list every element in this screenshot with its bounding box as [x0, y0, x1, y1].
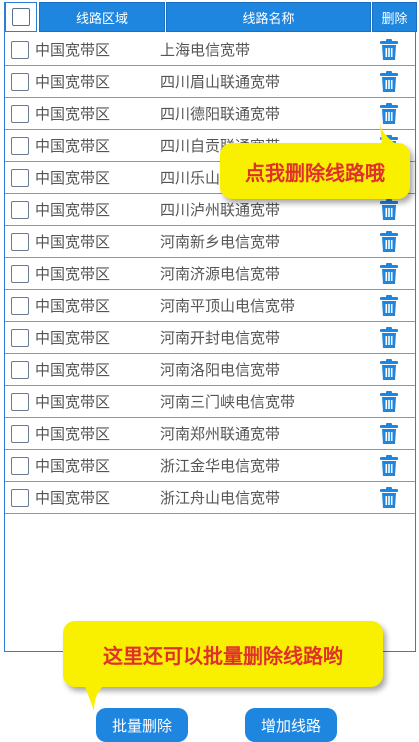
trash-icon[interactable] — [379, 390, 399, 413]
row-checkbox[interactable] — [11, 136, 29, 155]
trash-icon[interactable] — [379, 102, 399, 125]
select-all-checkbox[interactable] — [5, 2, 37, 32]
row-name: 四川德阳联通宽带 — [160, 105, 281, 123]
trash-icon[interactable] — [379, 454, 399, 477]
table-row[interactable]: 中国宽带区 四川眉山联通宽带 — [5, 66, 415, 98]
row-area: 中国宽带区 — [35, 137, 111, 155]
row-area: 中国宽带区 — [35, 457, 111, 475]
trash-icon[interactable] — [379, 326, 399, 349]
row-name: 四川泸州联通宽带 — [160, 201, 281, 219]
row-area: 中国宽带区 — [35, 169, 111, 187]
row-name: 浙江舟山电信宽带 — [160, 489, 281, 507]
table-row[interactable]: 中国宽带区 河南平顶山电信宽带 — [5, 290, 415, 322]
table-row[interactable]: 中国宽带区 浙江舟山电信宽带 — [5, 482, 415, 514]
row-name: 河南开封电信宽带 — [160, 329, 281, 347]
row-area: 中国宽带区 — [35, 41, 111, 59]
row-checkbox[interactable] — [11, 424, 29, 443]
table-row[interactable]: 中国宽带区 河南开封电信宽带 — [5, 322, 415, 354]
row-checkbox[interactable] — [11, 200, 29, 219]
row-checkbox[interactable] — [11, 296, 29, 315]
row-checkbox[interactable] — [11, 488, 29, 507]
row-checkbox[interactable] — [11, 104, 29, 123]
trash-icon[interactable] — [379, 422, 399, 445]
row-checkbox[interactable] — [11, 328, 29, 347]
table-row[interactable]: 中国宽带区 浙江金华电信宽带 — [5, 450, 415, 482]
tip-delete-line: 点我删除线路哦 — [220, 143, 410, 199]
row-name: 河南三门峡电信宽带 — [160, 393, 296, 411]
trash-icon[interactable] — [379, 486, 399, 509]
row-checkbox[interactable] — [11, 392, 29, 411]
row-name: 河南济源电信宽带 — [160, 265, 281, 283]
row-name: 河南洛阳电信宽带 — [160, 361, 281, 379]
table-row[interactable]: 中国宽带区 河南洛阳电信宽带 — [5, 354, 415, 386]
trash-icon[interactable] — [379, 38, 399, 61]
row-area: 中国宽带区 — [35, 425, 111, 443]
line-table: 线路区域 线路名称 删除 中国宽带区 上海电信宽带 中国宽带区 四川眉山联通宽带 中国宽… — [4, 2, 417, 652]
table-row[interactable]: 中国宽带区 河南三门峡电信宽带 — [5, 386, 415, 418]
table-row[interactable]: 中国宽带区 河南新乡电信宽带 — [5, 226, 415, 258]
trash-icon[interactable] — [379, 230, 399, 253]
row-area: 中国宽带区 — [35, 297, 111, 315]
table-row[interactable]: 中国宽带区 上海电信宽带 — [5, 34, 415, 66]
row-name: 河南郑州联通宽带 — [160, 425, 281, 443]
table-row[interactable]: 中国宽带区 河南济源电信宽带 — [5, 258, 415, 290]
row-checkbox[interactable] — [11, 264, 29, 283]
table-body: 中国宽带区 上海电信宽带 中国宽带区 四川眉山联通宽带 中国宽带区 四川德阳联通宽带 中国宽… — [5, 34, 415, 514]
add-line-button[interactable]: 增加线路 — [245, 708, 337, 742]
row-area: 中国宽带区 — [35, 489, 111, 507]
row-area: 中国宽带区 — [35, 105, 111, 123]
header-name: 线路名称 — [166, 2, 371, 32]
table-header: 线路区域 线路名称 删除 — [5, 2, 417, 32]
trash-icon[interactable] — [379, 70, 399, 93]
row-name: 浙江金华电信宽带 — [160, 457, 281, 475]
row-name: 四川眉山联通宽带 — [160, 73, 281, 91]
batch-delete-button[interactable]: 批量删除 — [96, 708, 188, 742]
trash-icon[interactable] — [379, 358, 399, 381]
header-delete: 删除 — [372, 2, 417, 32]
row-area: 中国宽带区 — [35, 361, 111, 379]
row-area: 中国宽带区 — [35, 393, 111, 411]
row-name: 上海电信宽带 — [160, 41, 251, 59]
row-checkbox[interactable] — [11, 360, 29, 379]
row-area: 中国宽带区 — [35, 233, 111, 251]
row-checkbox[interactable] — [11, 40, 29, 59]
row-area: 中国宽带区 — [35, 73, 111, 91]
row-checkbox[interactable] — [11, 168, 29, 187]
table-row[interactable]: 中国宽带区 河南郑州联通宽带 — [5, 418, 415, 450]
trash-icon[interactable] — [379, 198, 399, 221]
row-checkbox[interactable] — [11, 72, 29, 91]
row-checkbox[interactable] — [11, 456, 29, 475]
row-area: 中国宽带区 — [35, 201, 111, 219]
trash-icon[interactable] — [379, 294, 399, 317]
row-area: 中国宽带区 — [35, 329, 111, 347]
row-name: 河南新乡电信宽带 — [160, 233, 281, 251]
tip-batch-delete: 这里还可以批量删除线路哟 — [63, 621, 383, 687]
trash-icon[interactable] — [379, 262, 399, 285]
header-area: 线路区域 — [39, 2, 165, 32]
row-checkbox[interactable] — [11, 232, 29, 251]
row-name: 河南平顶山电信宽带 — [160, 297, 296, 315]
row-area: 中国宽带区 — [35, 265, 111, 283]
table-row[interactable]: 中国宽带区 四川德阳联通宽带 — [5, 98, 415, 130]
